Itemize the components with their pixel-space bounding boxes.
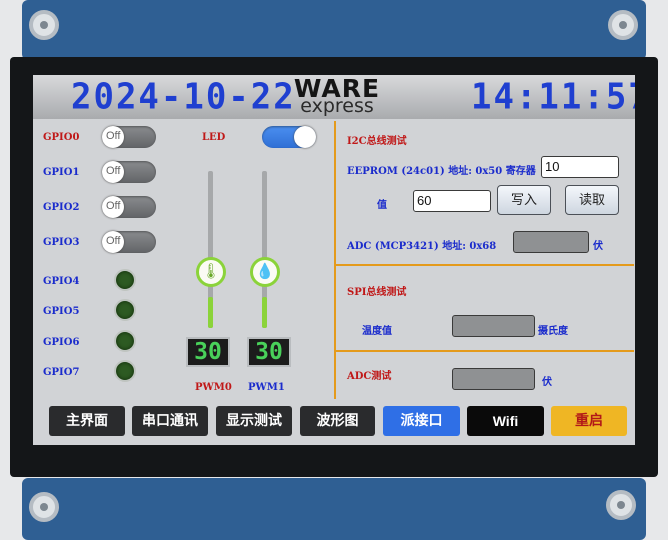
adc-mcp-label: ADC (MCP3421) 地址: 0x68 <box>347 241 497 252</box>
vertical-divider <box>334 121 336 399</box>
temp-unit: 摄氏度 <box>538 326 568 337</box>
gpio2-label: GPIO2 <box>43 202 80 213</box>
nav-wifi[interactable]: Wifi <box>467 406 544 436</box>
date-display: 2024-10-22 <box>71 76 296 118</box>
nav-display-test[interactable]: 显示测试 <box>216 406 292 436</box>
gpio2-toggle[interactable]: Off <box>102 196 156 218</box>
water-drop-icon[interactable]: 💧 <box>250 256 280 287</box>
gpio6-led <box>114 330 136 352</box>
mount-hole <box>29 492 59 522</box>
gpio3-label: GPIO3 <box>43 237 80 248</box>
pwm1-slider-fill <box>262 296 267 328</box>
nav-restart[interactable]: 重启 <box>551 406 627 436</box>
gpio4-label: GPIO4 <box>43 276 80 287</box>
gpio5-led <box>114 299 136 321</box>
write-button[interactable]: 写入 <box>497 185 551 215</box>
gpio1-toggle[interactable]: Off <box>102 161 156 183</box>
gpio0-toggle[interactable]: Off <box>102 126 156 148</box>
mount-hole <box>29 10 59 40</box>
nav-serial[interactable]: 串口通讯 <box>132 406 208 436</box>
temp-value <box>452 315 535 337</box>
thermometer-icon[interactable]: 🌡 <box>196 256 226 287</box>
logo-express: express <box>300 95 374 117</box>
pcb-top <box>22 0 646 60</box>
adc-title: ADC测试 <box>347 371 392 382</box>
led-toggle-text: On <box>295 130 310 142</box>
pwm1-value-display: 30 <box>247 337 291 367</box>
gpio4-led <box>114 269 136 291</box>
led-label: LED <box>202 132 226 143</box>
read-button[interactable]: 读取 <box>565 185 619 215</box>
nav-waveform[interactable]: 波形图 <box>300 406 375 436</box>
pwm0-value-display: 30 <box>186 337 230 367</box>
time-display: 14:11:57 <box>471 76 635 118</box>
screen: 2024-10-22 WARE express 14:11:57 GPIO0 G… <box>33 75 635 445</box>
gpio1-toggle-text: Off <box>106 165 121 177</box>
led-toggle[interactable]: On <box>262 126 316 148</box>
adc-mcp-value <box>513 231 589 253</box>
header-bar: 2024-10-22 WARE express 14:11:57 <box>33 75 635 119</box>
pwm1-label: PWM1 <box>248 382 285 393</box>
divider-spi-adc <box>335 350 634 352</box>
pcb-bottom <box>22 478 646 540</box>
eeprom-label: EEPROM (24c01) 地址: 0x50 寄存器 <box>347 166 536 177</box>
adc-value <box>452 368 535 390</box>
divider-i2c-spi <box>335 264 634 266</box>
mount-hole <box>606 490 636 520</box>
adc-unit: 伏 <box>542 377 552 388</box>
pwm0-slider-fill <box>208 296 213 328</box>
nav-main[interactable]: 主界面 <box>49 406 125 436</box>
pwm0-label: PWM0 <box>195 382 232 393</box>
gpio7-led <box>114 360 136 382</box>
gpio0-label: GPIO0 <box>43 132 80 143</box>
gpio2-toggle-text: Off <box>106 200 121 212</box>
i2c-title: I2C总线测试 <box>347 136 407 147</box>
nav-pi-interface[interactable]: 派接口 <box>383 406 460 436</box>
gpio3-toggle-text: Off <box>106 235 121 247</box>
gpio1-label: GPIO1 <box>43 167 80 178</box>
gpio3-toggle[interactable]: Off <box>102 231 156 253</box>
spi-title: SPI总线测试 <box>347 287 407 298</box>
value-input[interactable]: 60 <box>413 190 491 212</box>
gpio5-label: GPIO5 <box>43 306 80 317</box>
register-input[interactable]: 10 <box>541 156 619 178</box>
adc-mcp-unit: 伏 <box>593 241 603 252</box>
gpio6-label: GPIO6 <box>43 337 80 348</box>
value-label: 值 <box>377 200 387 211</box>
gpio0-toggle-text: Off <box>106 130 121 142</box>
temp-label: 温度值 <box>362 326 392 337</box>
mount-hole <box>608 10 638 40</box>
gpio7-label: GPIO7 <box>43 367 80 378</box>
